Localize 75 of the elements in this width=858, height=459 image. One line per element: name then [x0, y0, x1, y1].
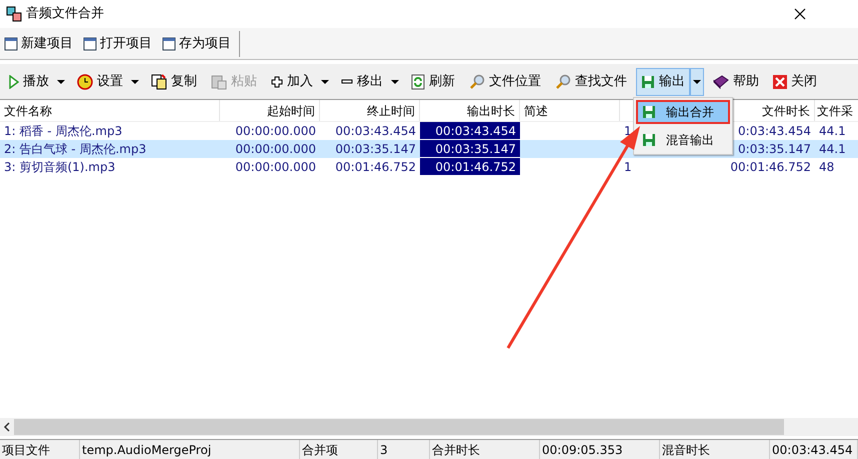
- table-cell-text: 44.1: [818, 123, 847, 140]
- table-cell-text: 00:03:43.454: [334, 123, 417, 140]
- close-icon: [773, 74, 787, 88]
- caret-icon: [391, 80, 399, 84]
- toolbar-button[interactable]: 刷新: [406, 68, 460, 96]
- app-icon: [6, 6, 22, 22]
- status-text: 混音时长: [662, 442, 710, 458]
- toolbar-button[interactable]: 加入: [266, 68, 318, 96]
- toolbar-button[interactable]: 存为项目: [160, 34, 233, 54]
- table-cell-text: 00:00:00.000: [234, 141, 317, 158]
- status-text: 3: [380, 442, 388, 458]
- column-header[interactable]: 起始时间: [220, 100, 320, 121]
- table-cell-text: 48: [818, 159, 836, 176]
- toolbar-button[interactable]: 播放: [4, 68, 54, 96]
- status-text: 00:09:05.353: [542, 442, 623, 458]
- save-icon: [642, 133, 656, 147]
- menu-item[interactable]: 输出合并: [636, 100, 730, 124]
- copy-icon: [151, 74, 167, 90]
- save-icon: [642, 105, 656, 119]
- column-header[interactable]: 文件采: [815, 100, 858, 121]
- status-text: 00:03:43.454: [772, 442, 853, 458]
- table-cell-text: 0:03:35.147: [737, 141, 812, 158]
- refresh-icon: [411, 74, 425, 90]
- table-cell-text: 2: 告白气球 - 周杰伦.mp3: [3, 141, 148, 158]
- table-cell-text: 3: 剪切音频(1).mp3: [3, 159, 116, 176]
- toolbar-button[interactable]: 设置: [72, 68, 128, 96]
- table-cell-text: 00:00:00.000: [234, 123, 317, 140]
- table-cell-text: 44.1: [818, 141, 847, 158]
- minus-icon: [341, 78, 353, 84]
- table-cell-text: 00:01:46.752: [729, 159, 812, 176]
- search-icon: [555, 74, 571, 90]
- dropdown-button[interactable]: [690, 68, 704, 96]
- toolbar-button[interactable]: 复制: [146, 68, 202, 96]
- table-cell-text: 1: [623, 159, 633, 176]
- book-icon: [713, 74, 729, 88]
- play-icon: [9, 74, 19, 88]
- table-cell-text: 00:03:35.147: [334, 141, 417, 158]
- table-cell-text: 00:03:35.147: [434, 140, 517, 158]
- column-header[interactable]: 终止时间: [320, 100, 420, 121]
- table-cell-text: 00:00:00.000: [234, 159, 317, 176]
- toolbar-button[interactable]: 打开项目: [81, 34, 154, 54]
- search-icon: [469, 74, 485, 90]
- status-text: 合并时长: [432, 442, 480, 458]
- column-header[interactable]: 文件名称: [0, 100, 220, 121]
- caret-icon: [57, 80, 65, 84]
- document-icon: [83, 36, 97, 50]
- table-cell-text: 00:01:46.752: [434, 158, 517, 176]
- status-text: 合并项: [302, 442, 338, 458]
- status-text: 项目文件: [2, 442, 50, 458]
- table-cell-text: 00:01:46.752: [334, 159, 417, 176]
- document-icon: [4, 36, 18, 50]
- table-cell-text: 0:03:43.454: [737, 123, 812, 140]
- toolbar-button[interactable]: 移出: [336, 68, 388, 96]
- horizontal-scrollbar[interactable]: [0, 418, 858, 436]
- column-header[interactable]: 输出时长: [420, 100, 520, 121]
- clock-icon: [77, 74, 93, 90]
- column-header[interactable]: 简述: [520, 100, 620, 121]
- save-icon: [641, 74, 655, 88]
- caret-icon: [131, 80, 139, 84]
- table-cell-text: 1: 稻香 - 周杰伦.mp3: [3, 123, 124, 140]
- paste-icon: [211, 74, 227, 90]
- plus-icon: [271, 76, 283, 88]
- table-cell-text: 00:03:43.454: [434, 122, 517, 140]
- toolbar-button[interactable]: 新建项目: [2, 34, 75, 54]
- window-title: 音频文件合并: [26, 5, 104, 24]
- toolbar-button[interactable]: 查找文件: [550, 68, 632, 96]
- toolbar-button[interactable]: 帮助: [708, 68, 764, 96]
- status-text: temp.AudioMergeProj: [82, 442, 212, 458]
- document-icon: [162, 36, 176, 50]
- toolbar-button[interactable]: 关闭: [768, 68, 822, 96]
- toolbar-button[interactable]: 文件位置: [464, 68, 546, 96]
- close-icon[interactable]: [794, 8, 806, 20]
- caret-icon: [321, 80, 329, 84]
- caret-icon: [693, 80, 701, 84]
- toolbar-button[interactable]: 输出: [636, 68, 690, 96]
